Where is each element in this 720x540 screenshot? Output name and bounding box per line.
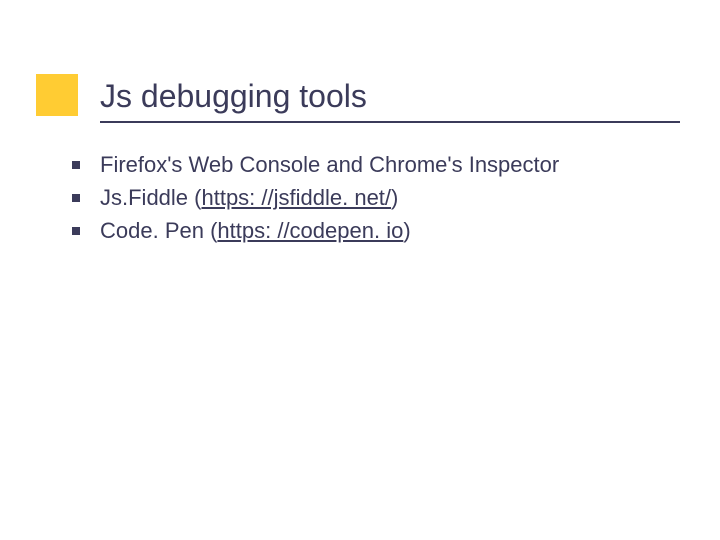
bullet-icon bbox=[72, 216, 100, 235]
slide-title: Js debugging tools bbox=[100, 78, 680, 115]
list-item-text: Code. Pen (https: //codepen. io) bbox=[100, 216, 680, 247]
item-text-pre: Code. Pen ( bbox=[100, 218, 217, 243]
bullet-icon bbox=[72, 183, 100, 202]
item-link[interactable]: https: //codepen. io bbox=[217, 218, 403, 243]
title-block: Js debugging tools bbox=[100, 78, 680, 123]
accent-square bbox=[36, 74, 78, 116]
list-item: Code. Pen (https: //codepen. io) bbox=[72, 216, 680, 247]
bullet-list: Firefox's Web Console and Chrome's Inspe… bbox=[72, 150, 680, 248]
item-text-post: ) bbox=[391, 185, 398, 210]
item-text-post: ) bbox=[403, 218, 410, 243]
list-item-text: Js.Fiddle (https: //jsfiddle. net/) bbox=[100, 183, 680, 214]
list-item-text: Firefox's Web Console and Chrome's Inspe… bbox=[100, 150, 680, 181]
list-item: Js.Fiddle (https: //jsfiddle. net/) bbox=[72, 183, 680, 214]
list-item: Firefox's Web Console and Chrome's Inspe… bbox=[72, 150, 680, 181]
title-underline bbox=[100, 121, 680, 123]
bullet-icon bbox=[72, 150, 100, 169]
item-link[interactable]: https: //jsfiddle. net/ bbox=[201, 185, 391, 210]
item-text-pre: Firefox's Web Console and Chrome's Inspe… bbox=[100, 152, 559, 177]
item-text-pre: Js.Fiddle ( bbox=[100, 185, 201, 210]
